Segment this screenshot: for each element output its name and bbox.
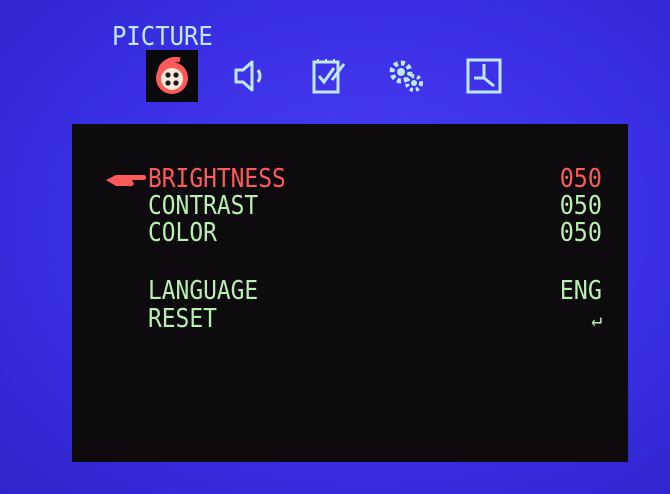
menu-item-color[interactable]: COLOR 050 (72, 218, 628, 248)
menu-item-brightness[interactable]: BRIGHTNESS 050 (72, 164, 628, 194)
tab-settings[interactable] (380, 50, 432, 102)
menu-item-label: LANGUAGE (148, 276, 259, 306)
menu-item-value: ENG (559, 276, 602, 306)
settings-gears-icon (384, 54, 428, 98)
speaker-icon (228, 54, 272, 98)
menu-item-label: BRIGHTNESS (148, 164, 286, 194)
menu-tab-bar (146, 48, 536, 104)
tab-audio[interactable] (224, 50, 276, 102)
menu-item-value: 050 (559, 191, 602, 221)
menu-item-label: RESET (148, 304, 217, 334)
tab-picture[interactable] (146, 50, 198, 102)
menu-item-label: COLOR (148, 218, 217, 248)
menu-item-contrast[interactable]: CONTRAST 050 (72, 191, 628, 221)
return-arrow-icon: ↵ (591, 307, 602, 331)
picture-icon (150, 54, 194, 98)
menu-item-label: CONTRAST (148, 191, 259, 221)
menu-item-value: 050 (559, 218, 602, 248)
osd-screen: PICTURE BRIGHTNESS 050 CONTRAST 050 COLO… (0, 0, 670, 494)
menu-item-value: 050 (559, 164, 602, 194)
menu-item-reset[interactable]: RESET ↵ (72, 304, 628, 334)
setup-icon (306, 54, 350, 98)
tab-clock[interactable] (458, 50, 510, 102)
settings-panel: BRIGHTNESS 050 CONTRAST 050 COLOR 050 LA… (72, 124, 628, 462)
pointing-hand-icon (106, 175, 146, 187)
tab-setup[interactable] (302, 50, 354, 102)
clock-icon (462, 54, 506, 98)
menu-item-language[interactable]: LANGUAGE ENG (72, 276, 628, 306)
